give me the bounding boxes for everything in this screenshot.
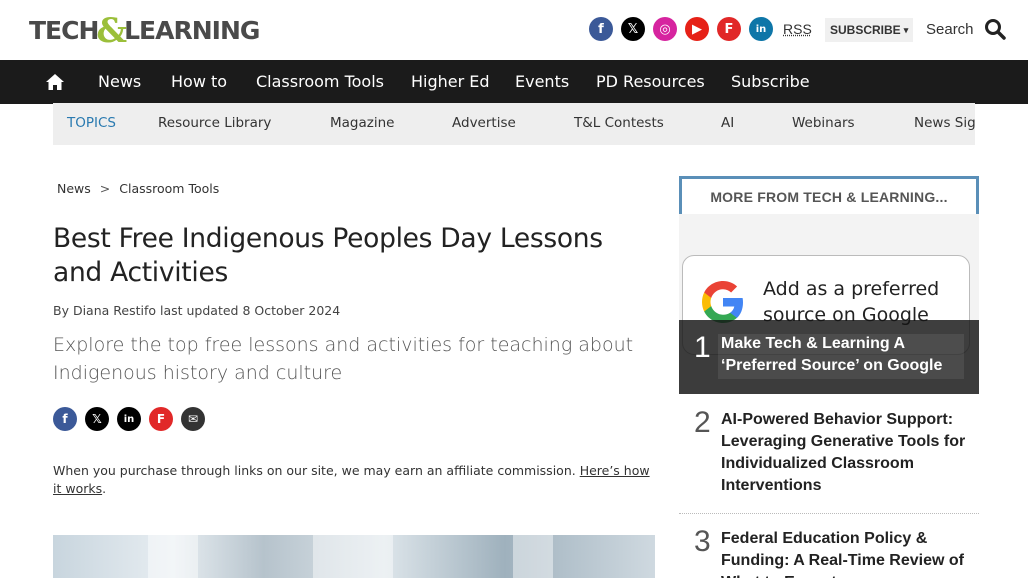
sidebar-item-2-title[interactable]: AI-Powered Behavior Support: Leveraging … (721, 409, 966, 497)
sidebar-item-1-title[interactable]: Make Tech & Learning A ‘Preferred Source… (721, 333, 961, 377)
breadcrumb: News > Classroom Tools (57, 181, 219, 196)
site-header: TECH & LEARNING f 𝕏 ◎ ▶ F in RSS SUBSCRIBE… (0, 0, 1028, 60)
nav-item-classroom-tools[interactable]: Classroom Tools (256, 60, 384, 104)
breadcrumb-news[interactable]: News (57, 181, 91, 196)
sidebar-divider (679, 513, 979, 514)
topics-bar: TOPICS Resource Library Magazine Adverti… (53, 103, 975, 145)
topic-tl-contests[interactable]: T&L Contests (574, 103, 664, 145)
logo-ampersand: & (96, 11, 127, 51)
email-share-icon[interactable]: ✉ (181, 407, 205, 431)
affiliate-text: When you purchase through links on our s… (53, 463, 580, 478)
instagram-icon[interactable]: ◎ (653, 17, 677, 41)
rss-link[interactable]: RSS (783, 21, 812, 37)
subscribe-dropdown[interactable]: SUBSCRIBE ▾ (825, 18, 914, 42)
logo-text-left: TECH (29, 15, 99, 45)
flipboard-share-icon[interactable]: F (149, 407, 173, 431)
affiliate-disclosure: When you purchase through links on our s… (53, 462, 653, 498)
search-icon (984, 18, 1006, 40)
linkedin-share-icon[interactable]: in (117, 407, 141, 431)
sidebar-item-1-number: 1 (694, 331, 711, 364)
article-standfirst: Explore the top free lessons and activit… (53, 334, 634, 384)
search-label: Search (926, 20, 974, 38)
topic-webinars[interactable]: Webinars (792, 103, 855, 145)
nav-item-events[interactable]: Events (515, 60, 569, 104)
subscribe-label: SUBSCRIBE (830, 23, 901, 37)
site-logo[interactable]: TECH & LEARNING (29, 11, 260, 51)
article-title: Best Free Indigenous Peoples Day Lessons… (53, 223, 603, 288)
sidebar-item-2-number: 2 (694, 406, 711, 439)
affiliate-end: . (102, 481, 107, 496)
flipboard-icon[interactable]: F (717, 17, 741, 41)
topic-advertise[interactable]: Advertise (452, 103, 516, 145)
main-nav: News How to Classroom Tools Higher Ed Ev… (0, 60, 1028, 104)
social-links: f 𝕏 ◎ ▶ F in RSS (589, 17, 812, 41)
breadcrumb-classroom-tools[interactable]: Classroom Tools (119, 181, 219, 196)
youtube-icon[interactable]: ▶ (685, 17, 709, 41)
logo-text-right: LEARNING (124, 15, 260, 45)
home-link[interactable] (0, 60, 110, 104)
sidebar-item-3-title[interactable]: Federal Education Policy & Funding: A Re… (721, 528, 971, 578)
linkedin-icon[interactable]: in (749, 17, 773, 41)
x-share-icon[interactable]: 𝕏 (85, 407, 109, 431)
facebook-share-icon[interactable]: f (53, 407, 77, 431)
chevron-down-icon: ▾ (903, 24, 909, 35)
hero-image (53, 535, 655, 578)
home-icon (46, 74, 64, 90)
topic-news-signup[interactable]: News Sig (914, 103, 975, 145)
topic-resource-library[interactable]: Resource Library (158, 103, 271, 145)
nav-item-subscribe[interactable]: Subscribe (731, 60, 810, 104)
topics-label: TOPICS (67, 115, 116, 131)
x-icon[interactable]: 𝕏 (621, 17, 645, 41)
share-buttons: f 𝕏 in F ✉ (53, 407, 213, 431)
nav-item-higher-ed[interactable]: Higher Ed (411, 60, 490, 104)
article-byline: By Diana Restifo last updated 8 October … (53, 303, 341, 318)
topic-magazine[interactable]: Magazine (330, 103, 394, 145)
nav-item-news[interactable]: News (98, 60, 141, 104)
nav-item-how-to[interactable]: How to (171, 60, 227, 104)
sidebar-heading: MORE FROM TECH & LEARNING... (679, 176, 979, 214)
breadcrumb-separator: > (99, 181, 111, 196)
sidebar-item-3-number: 3 (694, 525, 711, 558)
facebook-icon[interactable]: f (589, 17, 613, 41)
search-button[interactable]: Search (926, 18, 1006, 40)
topic-ai[interactable]: AI (721, 103, 734, 145)
nav-item-pd-resources[interactable]: PD Resources (596, 60, 705, 104)
